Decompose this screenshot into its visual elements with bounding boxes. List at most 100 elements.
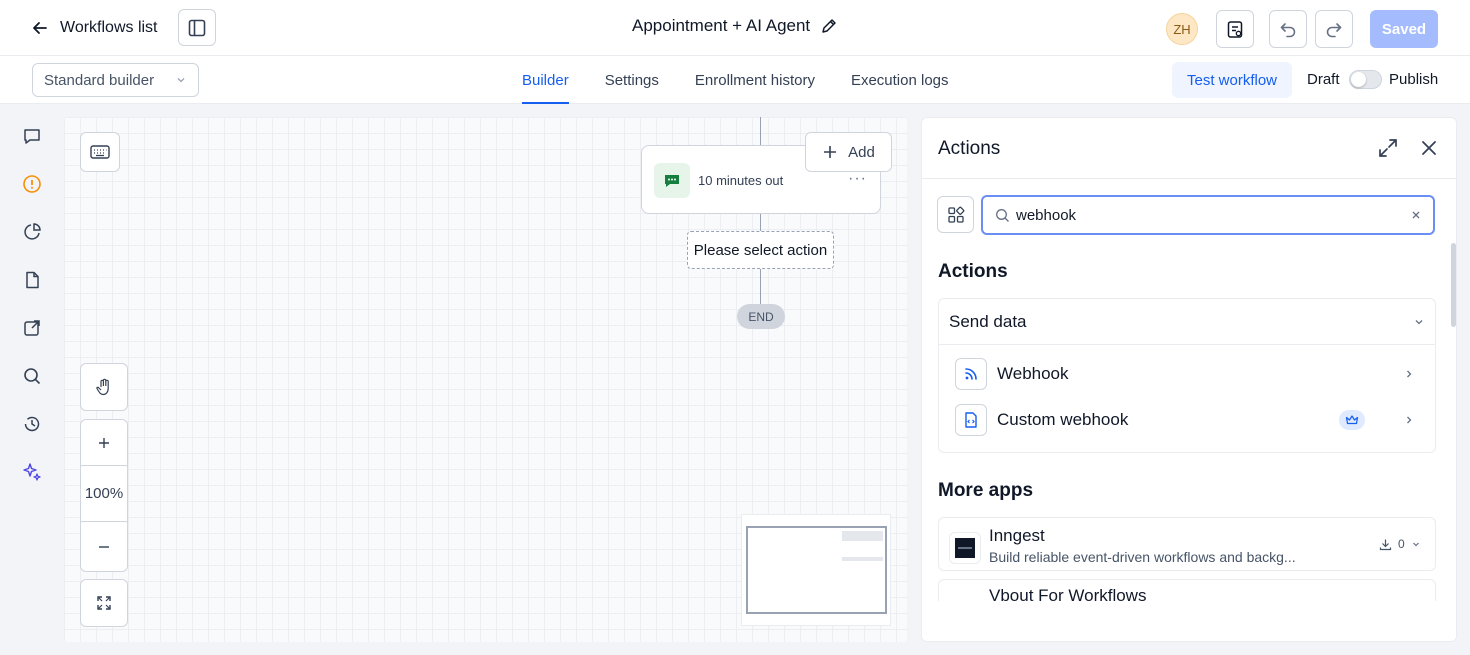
- message-icon: [654, 163, 690, 198]
- action-label: Webhook: [997, 364, 1069, 383]
- fit-view-group: [80, 579, 128, 627]
- add-node-button[interactable]: Add: [805, 132, 892, 172]
- app-install-count: 0: [1379, 537, 1421, 551]
- inngest-logo: [949, 532, 981, 564]
- connector-line: [760, 269, 761, 304]
- grid-icon: [947, 206, 965, 224]
- history-icon[interactable]: [20, 412, 44, 436]
- add-label: Add: [848, 143, 875, 161]
- redo-icon: [1324, 19, 1344, 39]
- chevron-down-icon: [175, 74, 187, 86]
- send-data-group: Send data Webhook Custom webhook: [938, 298, 1436, 453]
- arrow-left-icon: [30, 18, 50, 38]
- workflow-canvas[interactable]: 10 minutes out ··· Add Please select act…: [64, 117, 907, 642]
- publish-toggle[interactable]: [1349, 70, 1382, 89]
- custom-webhook-action[interactable]: Custom webhook: [955, 404, 1425, 436]
- avatar[interactable]: ZH: [1166, 13, 1198, 45]
- app-card-inngest[interactable]: Inngest Build reliable event-driven work…: [938, 517, 1436, 571]
- back-to-workflows-link[interactable]: Workflows list: [30, 14, 158, 42]
- panel-header: Actions: [922, 118, 1456, 179]
- plus-icon: [822, 144, 838, 160]
- zoom-controls: 100%: [80, 419, 128, 572]
- top-bar: Workflows list Appointment + AI Agent ZH…: [0, 0, 1470, 56]
- download-icon: [1379, 538, 1392, 551]
- file-code-icon: [955, 404, 987, 436]
- fit-view-button[interactable]: [81, 580, 127, 626]
- action-label: Custom webhook: [997, 410, 1129, 429]
- undo-button[interactable]: [1269, 10, 1307, 48]
- edit-pencil-icon[interactable]: [820, 17, 838, 35]
- redo-button[interactable]: [1315, 10, 1353, 48]
- pan-tool-group: [80, 363, 128, 411]
- chevron-right-icon: [1403, 414, 1415, 426]
- test-workflow-button[interactable]: Test workflow: [1172, 62, 1292, 98]
- external-link-icon[interactable]: [20, 316, 44, 340]
- connector-line: [760, 117, 761, 145]
- close-icon[interactable]: [1418, 137, 1440, 159]
- alert-circle-icon[interactable]: [20, 172, 44, 196]
- tab-execution-logs[interactable]: Execution logs: [851, 56, 949, 104]
- zoom-level[interactable]: 100%: [81, 466, 127, 522]
- actions-search: [981, 195, 1435, 235]
- minimap-node: [842, 557, 883, 561]
- sidebar-toggle-button[interactable]: [178, 9, 216, 46]
- pie-chart-icon[interactable]: [20, 220, 44, 244]
- send-data-header[interactable]: Send data: [939, 299, 1435, 345]
- sidebar-icon: [187, 18, 207, 38]
- rss-icon: [955, 358, 987, 390]
- minimap-node: [842, 531, 883, 541]
- draft-label: Draft: [1307, 71, 1340, 88]
- builder-select-value: Standard builder: [44, 71, 155, 89]
- search-icon: [995, 208, 1010, 223]
- actions-panel: Actions Actions Send data: [921, 117, 1457, 642]
- chevron-right-icon: [1403, 368, 1415, 380]
- tab-settings[interactable]: Settings: [605, 56, 659, 104]
- builder-tabs: Builder Settings Enrollment history Exec…: [522, 56, 949, 104]
- more-options-icon[interactable]: ···: [848, 170, 867, 188]
- sparkle-icon[interactable]: [20, 460, 44, 484]
- workflow-title-text: Appointment + AI Agent: [632, 16, 811, 35]
- minimap[interactable]: [741, 514, 891, 626]
- panel-bottom-fade: [922, 601, 1456, 641]
- chevron-down-icon[interactable]: [1411, 539, 1421, 549]
- back-label: Workflows list: [60, 19, 158, 36]
- minus-icon: [97, 540, 111, 554]
- expand-icon: [96, 595, 112, 611]
- zoom-in-button[interactable]: [81, 420, 127, 466]
- search-icon[interactable]: [20, 364, 44, 388]
- tab-builder[interactable]: Builder: [522, 56, 569, 104]
- more-apps-section-title: More apps: [938, 480, 1034, 501]
- plus-icon: [97, 436, 111, 450]
- notes-button[interactable]: [1216, 10, 1254, 48]
- app-description: Build reliable event-driven workflows an…: [989, 549, 1296, 565]
- document-icon[interactable]: [20, 268, 44, 292]
- keyboard-shortcuts-button[interactable]: [80, 132, 120, 172]
- undo-icon: [1278, 19, 1298, 39]
- saved-button[interactable]: Saved: [1370, 10, 1438, 48]
- hand-icon: [96, 378, 112, 396]
- panel-title: Actions: [938, 138, 1001, 159]
- select-action-placeholder[interactable]: Please select action: [687, 231, 834, 269]
- clear-icon[interactable]: [1411, 210, 1421, 220]
- search-input[interactable]: [1016, 206, 1411, 224]
- chat-icon[interactable]: [20, 124, 44, 148]
- webhook-action[interactable]: Webhook: [955, 358, 1425, 390]
- panel-scrollbar[interactable]: [1451, 243, 1456, 327]
- sub-bar: Standard builder Builder Settings Enroll…: [0, 56, 1470, 104]
- side-nav: [0, 104, 64, 655]
- actions-section-title: Actions: [938, 261, 1008, 282]
- keyboard-icon: [90, 144, 110, 160]
- builder-select[interactable]: Standard builder: [32, 63, 199, 97]
- workflow-title: Appointment + AI Agent: [632, 16, 838, 36]
- install-count: 0: [1398, 537, 1405, 551]
- zoom-out-button[interactable]: [81, 522, 127, 571]
- clipboard-list-icon: [1225, 19, 1245, 39]
- end-node: END: [737, 304, 785, 329]
- tab-enrollment-history[interactable]: Enrollment history: [695, 56, 815, 104]
- chevron-down-icon: [1413, 316, 1425, 328]
- pan-hand-button[interactable]: [81, 364, 127, 410]
- node-label: 10 minutes out: [698, 173, 784, 188]
- maximize-icon[interactable]: [1377, 137, 1399, 159]
- app-name: Inngest: [989, 526, 1045, 545]
- category-filter-button[interactable]: [937, 196, 974, 233]
